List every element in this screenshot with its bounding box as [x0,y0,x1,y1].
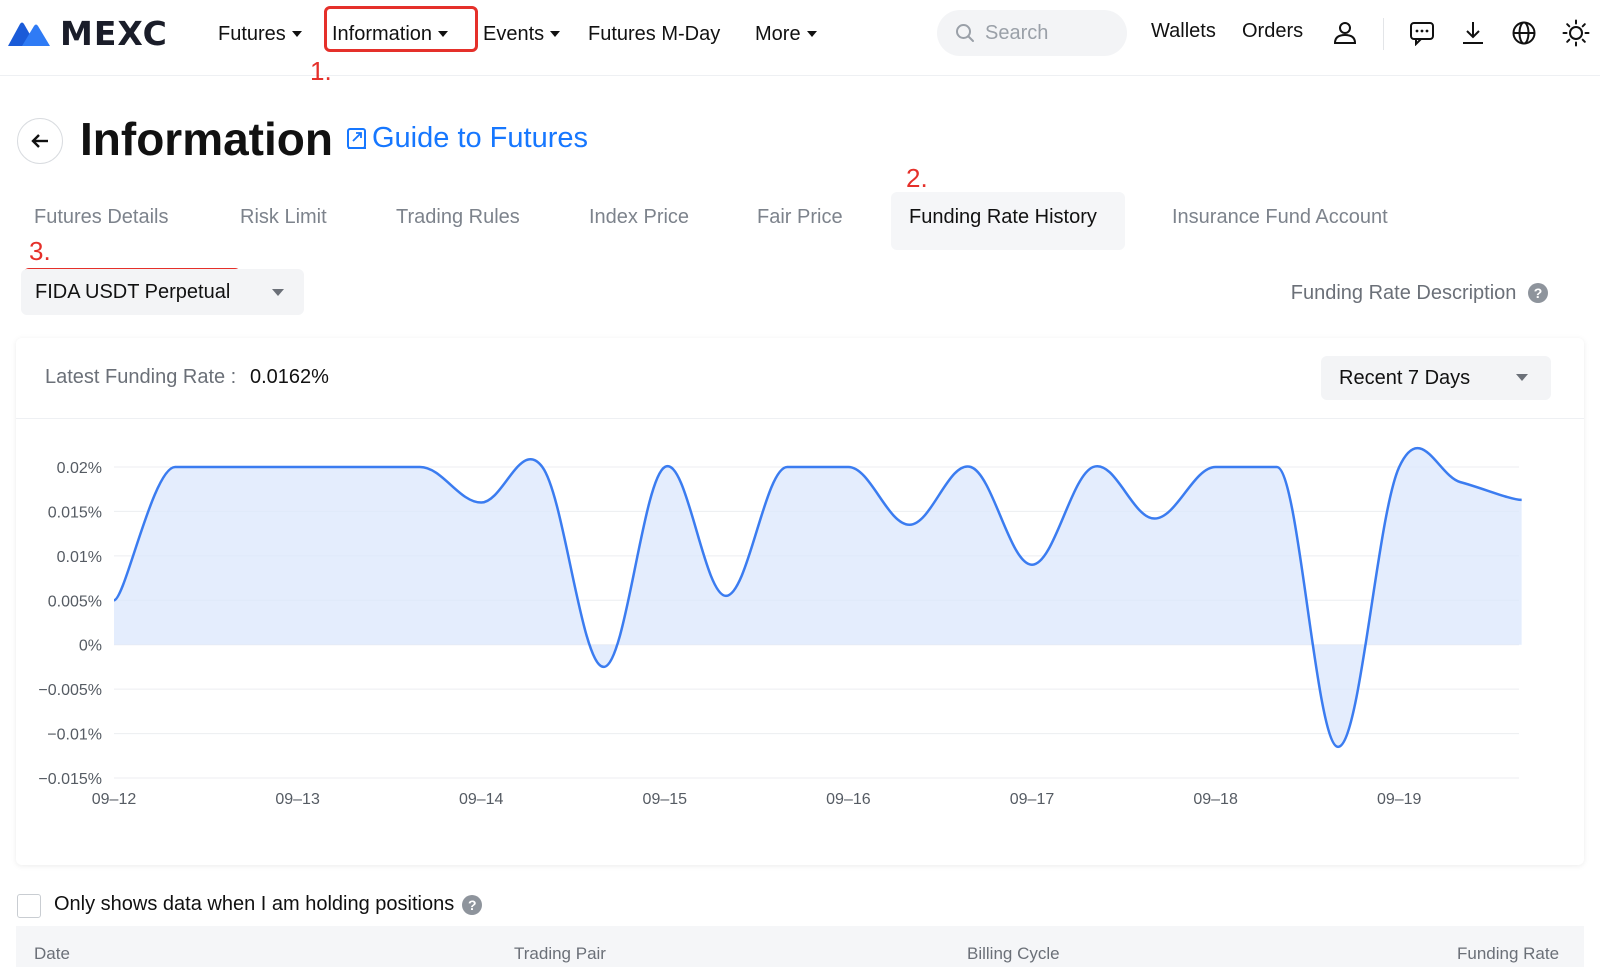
tab-risk-limit[interactable]: Risk Limit [240,206,327,229]
search-icon [956,24,974,42]
funding-rate-chart: 0.02% 0.015% 0.01% 0.005% 0% −0.005% −0.01% −0.… [38,447,1522,808]
y-tick-label: 0.015% [48,504,102,521]
y-tick-label: −0.015% [38,771,102,788]
x-tick-label: 09–18 [1193,791,1238,808]
theme-sun-icon[interactable] [1561,18,1591,48]
search-input[interactable] [985,21,1105,45]
holding-positions-label: Only shows data when I am holding positi… [54,893,455,915]
holding-positions-filter: Only shows data when I am holding positi… [54,893,483,916]
funding-rate-description-link[interactable]: Funding Rate Description ? [1291,282,1548,305]
back-button[interactable] [17,118,63,164]
mexc-logo-icon [8,22,50,46]
x-tick-label: 09–13 [275,791,320,808]
search-box[interactable] [937,10,1127,56]
chevron-down-icon [291,31,302,37]
nav-futures-label: Futures [218,22,286,45]
wallets-link[interactable]: Wallets [1151,20,1216,43]
tab-trading-rules[interactable]: Trading Rules [396,206,520,229]
holding-positions-checkbox[interactable] [17,894,41,918]
nav-futures-mday[interactable]: Futures M-Day [588,20,720,48]
top-navbar: MEXC Futures Information Events Futures … [0,0,1600,76]
globe-icon[interactable] [1509,18,1539,48]
y-tick-label: 0.02% [57,460,102,477]
nav-events-label: Events [483,22,545,45]
y-tick-label: −0.01% [47,727,102,744]
tab-fair-price[interactable]: Fair Price [757,206,843,229]
nav-more-label: More [755,22,801,45]
arrow-left-icon [31,134,48,148]
x-tick-label: 09–17 [1010,791,1055,808]
funding-rate-chart-card: Latest Funding Rate : 0.0162% Recent 7 D… [16,338,1584,865]
tab-funding-rate-history[interactable]: Funding Rate History [909,206,1097,229]
y-tick-label: 0.01% [57,549,102,566]
funding-table-header: Date Trading Pair Billing Cycle Funding … [16,926,1584,967]
tab-insurance-fund-account[interactable]: Insurance Fund Account [1172,206,1388,229]
guide-link-text: Guide to Futures [372,122,588,154]
annotation-label-2: 2. [906,163,928,193]
x-tick-label: 09–14 [459,791,504,808]
x-tick-label: 09–19 [1377,791,1422,808]
chevron-down-icon [806,31,817,37]
x-axis: 09–12 09–13 09–14 09–15 09–16 09–17 09–18 09–19 [92,791,1422,808]
column-header-trading-pair: Trading Pair [514,944,606,963]
guide-book-icon [347,127,366,149]
logo-text: MEXC [60,13,168,53]
download-icon[interactable] [1458,18,1488,48]
tab-index-price[interactable]: Index Price [589,206,689,229]
nav-futures-mday-label: Futures M-Day [588,22,721,45]
help-icon[interactable]: ? [1528,283,1548,303]
x-tick-label: 09–16 [826,791,871,808]
x-tick-label: 09–12 [92,791,137,808]
annotation-label-3: 3. [29,236,51,266]
y-tick-label: 0.005% [48,593,102,610]
annotation-box-1 [324,6,478,52]
y-axis: 0.02% 0.015% 0.01% 0.005% 0% −0.005% −0.01% −0.… [38,460,102,788]
funding-rate-description-label: Funding Rate Description [1290,282,1517,304]
chevron-down-icon [272,289,284,296]
funding-rate-area [114,448,1522,747]
column-header-date: Date [34,944,70,963]
y-tick-label: 0% [79,638,102,655]
nav-futures[interactable]: Futures [218,20,302,48]
contract-select[interactable]: FIDA USDT Perpetual [21,269,304,315]
mexc-logo[interactable]: MEXC [6,13,168,53]
nav-more[interactable]: More [755,20,817,48]
guide-to-futures-link[interactable]: Guide to Futures [346,122,588,155]
chevron-down-icon [550,31,561,37]
nav-events[interactable]: Events [483,20,561,48]
contract-select-value: FIDA USDT Perpetual [35,280,231,303]
annotation-label-1: 1. [310,56,332,86]
tab-futures-details[interactable]: Futures Details [34,206,169,229]
user-icon[interactable] [1330,18,1360,48]
page-title: Information [80,113,333,165]
x-tick-label: 09–15 [643,791,688,808]
help-icon[interactable]: ? [462,894,483,915]
message-icon[interactable] [1407,18,1437,48]
y-tick-label: −0.005% [38,682,102,699]
orders-link[interactable]: Orders [1242,20,1303,43]
column-header-billing-cycle: Billing Cycle [967,944,1060,963]
column-header-funding-rate: Funding Rate [1457,944,1560,963]
header-divider [1383,18,1384,50]
